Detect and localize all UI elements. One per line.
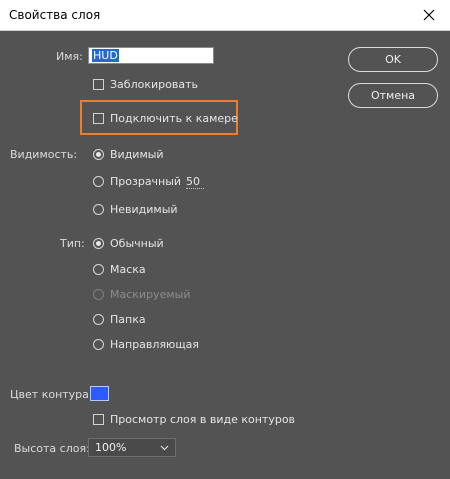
outline-view-label: Просмотр слоя в виде контуров — [110, 413, 296, 426]
close-button[interactable] — [408, 0, 450, 30]
title-bar: Свойства слоя — [0, 0, 450, 31]
type-folder-label: Папка — [110, 313, 146, 326]
type-folder-radio[interactable] — [93, 314, 104, 325]
attach-camera-checkbox[interactable] — [93, 113, 104, 124]
type-normal-option[interactable]: Обычный — [93, 237, 164, 250]
outline-view-checkbox[interactable] — [93, 414, 104, 425]
lock-label: Заблокировать — [110, 78, 198, 91]
layer-properties-dialog: Имя: HUD Заблокировать Подключить к каме… — [0, 31, 450, 479]
layer-height-value: 100% — [95, 441, 127, 454]
transparency-value[interactable]: 50 — [186, 175, 204, 189]
type-guide-radio[interactable] — [93, 339, 104, 350]
lock-checkbox-row[interactable]: Заблокировать — [93, 78, 198, 91]
layer-height-select[interactable]: 100% — [88, 438, 176, 457]
visibility-invisible-option[interactable]: Невидимый — [93, 203, 178, 216]
type-label: Тип: — [60, 237, 85, 250]
name-label: Имя: — [56, 50, 83, 63]
type-mask-option[interactable]: Маска — [93, 263, 146, 276]
visibility-transparent-option[interactable]: Прозрачный — [93, 175, 181, 188]
visibility-visible-label: Видимый — [110, 148, 164, 161]
outline-color-swatch[interactable] — [90, 386, 109, 401]
window-title: Свойства слоя — [9, 8, 101, 22]
close-icon — [423, 9, 435, 21]
type-normal-radio[interactable] — [93, 238, 104, 249]
cancel-button[interactable]: Отмена — [348, 83, 438, 108]
ok-button[interactable]: OK — [348, 47, 438, 72]
chevron-down-icon — [160, 445, 169, 450]
visibility-visible-radio[interactable] — [93, 149, 104, 160]
type-guide-option[interactable]: Направляющая — [93, 338, 199, 351]
type-normal-label: Обычный — [110, 237, 164, 250]
type-folder-option[interactable]: Папка — [93, 313, 146, 326]
type-masked-radio — [93, 289, 104, 300]
visibility-label: Видимость: — [10, 148, 78, 161]
type-masked-label: Маскируемый — [110, 288, 191, 301]
attach-camera-checkbox-row[interactable]: Подключить к камере — [93, 112, 238, 125]
visibility-transparent-radio[interactable] — [93, 176, 104, 187]
lock-checkbox[interactable] — [93, 79, 104, 90]
type-guide-label: Направляющая — [110, 338, 200, 351]
visibility-invisible-label: Невидимый — [110, 203, 178, 216]
layer-height-label: Высота слоя: — [14, 442, 90, 455]
type-mask-label: Маска — [110, 263, 146, 276]
visibility-transparent-label: Прозрачный — [110, 175, 182, 188]
type-masked-option: Маскируемый — [93, 288, 190, 301]
attach-camera-label: Подключить к камере — [110, 112, 238, 125]
name-input-value: HUD — [92, 49, 119, 62]
visibility-invisible-radio[interactable] — [93, 204, 104, 215]
name-input[interactable]: HUD — [88, 47, 214, 64]
outline-view-checkbox-row[interactable]: Просмотр слоя в виде контуров — [93, 413, 295, 426]
type-mask-radio[interactable] — [93, 264, 104, 275]
outline-color-label: Цвет контура: — [10, 388, 93, 401]
visibility-visible-option[interactable]: Видимый — [93, 148, 164, 161]
